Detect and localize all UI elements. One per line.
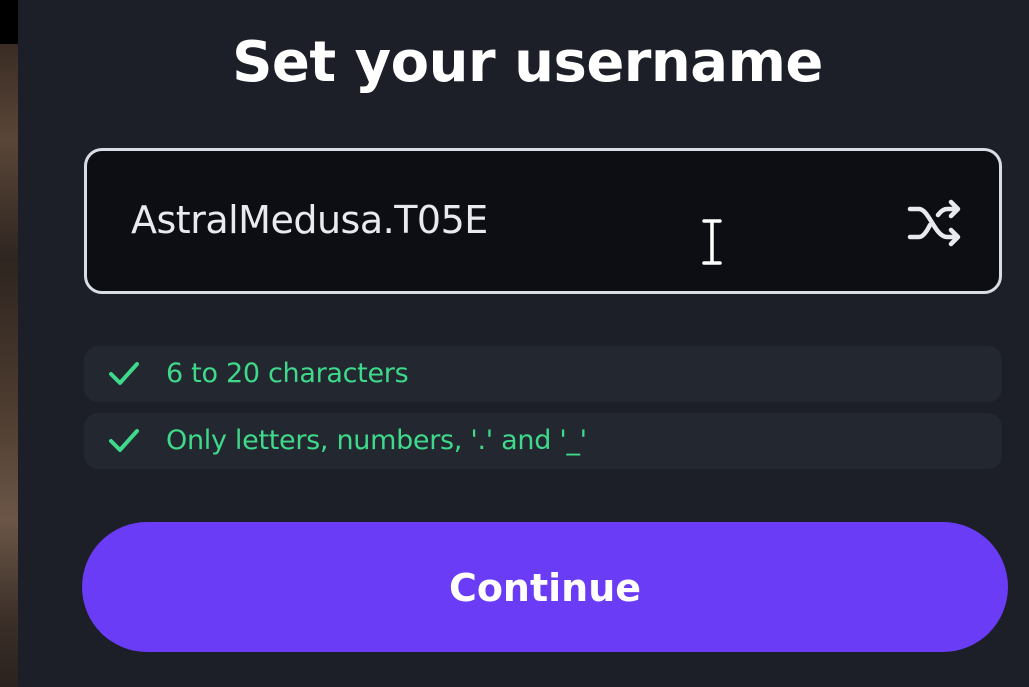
screen: Set your username AstralMedusa.T05E 6 to… bbox=[0, 0, 1029, 687]
username-input[interactable]: AstralMedusa.T05E bbox=[84, 148, 1002, 294]
rule-length: 6 to 20 characters bbox=[84, 346, 1002, 402]
shuffle-icon[interactable] bbox=[907, 197, 965, 249]
check-icon bbox=[109, 429, 139, 452]
text-cursor-icon bbox=[700, 217, 724, 267]
check-icon bbox=[109, 362, 139, 385]
rule-characters: Only letters, numbers, '.' and '_' bbox=[84, 413, 1002, 469]
background-content bbox=[0, 0, 18, 687]
continue-button[interactable]: Continue bbox=[82, 522, 1008, 652]
rule-length-text: 6 to 20 characters bbox=[166, 358, 409, 389]
username-modal: Set your username AstralMedusa.T05E 6 to… bbox=[18, 0, 1029, 687]
background-top-edge bbox=[0, 0, 18, 44]
username-input-value[interactable]: AstralMedusa.T05E bbox=[131, 197, 488, 243]
rule-characters-text: Only letters, numbers, '.' and '_' bbox=[166, 425, 587, 456]
modal-title: Set your username bbox=[232, 30, 823, 95]
